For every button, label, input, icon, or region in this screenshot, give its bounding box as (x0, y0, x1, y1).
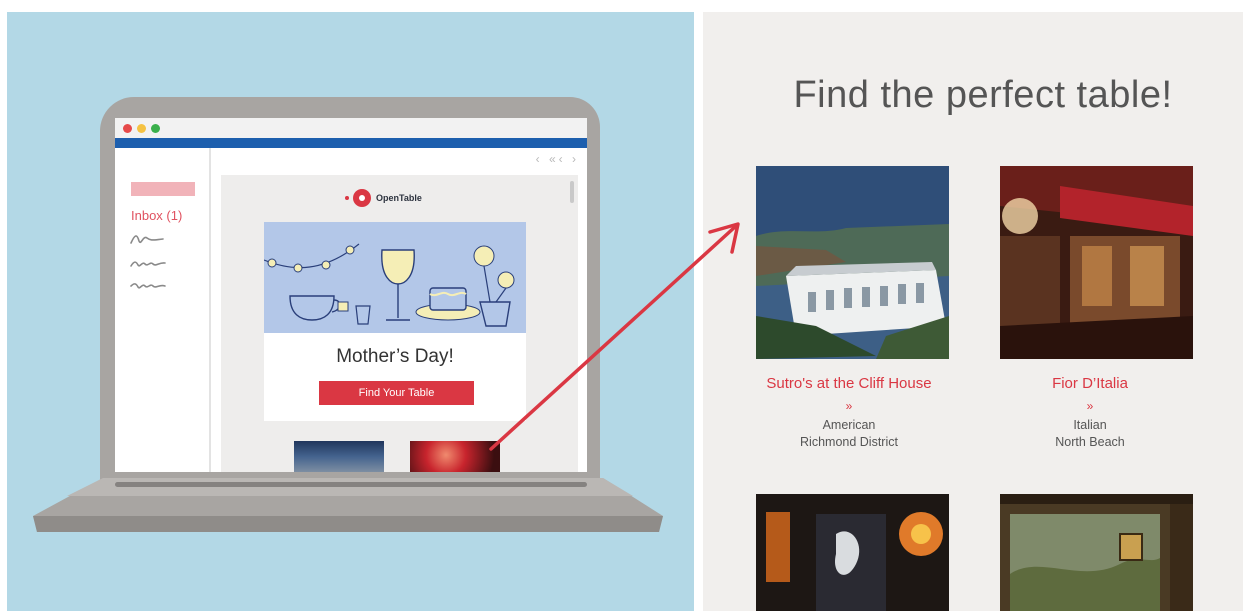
restaurant-photo-fior-italia[interactable] (1000, 166, 1193, 359)
mural-photo (1000, 494, 1193, 611)
chevron-right-icon[interactable]: » (744, 399, 954, 413)
restaurant-listings: Find the perfect table! Sutro's at the C… (703, 12, 1243, 611)
restaurant-neighborhood: Richmond District (800, 435, 898, 449)
restaurant-cuisine: American (822, 418, 876, 432)
page-heading: Find the perfect table! (793, 74, 1173, 116)
restaurant-photo-gallery[interactable] (756, 494, 949, 611)
email-illustration: Inbox (1) ‹ «‹ › OpenTable Mother’s Day!… (7, 12, 694, 611)
gallery-photo (756, 494, 949, 611)
restaurant-cuisine: Italian (1073, 418, 1107, 432)
panel-divider (694, 12, 703, 611)
restaurant-name-link[interactable]: Fior D’Italia (985, 375, 1195, 392)
chevron-right-icon[interactable]: » (985, 399, 1195, 413)
restaurant-photo-cliff-house[interactable] (756, 166, 949, 359)
restaurant-neighborhood: North Beach (1055, 435, 1125, 449)
restaurant-photo-mural[interactable] (1000, 494, 1193, 611)
cliff-house-photo (756, 166, 949, 359)
restaurant-name-link[interactable]: Sutro's at the Cliff House (744, 375, 954, 392)
top-margin (0, 0, 1243, 12)
fior-italia-photo (1000, 166, 1193, 359)
laptop-base (33, 478, 663, 532)
